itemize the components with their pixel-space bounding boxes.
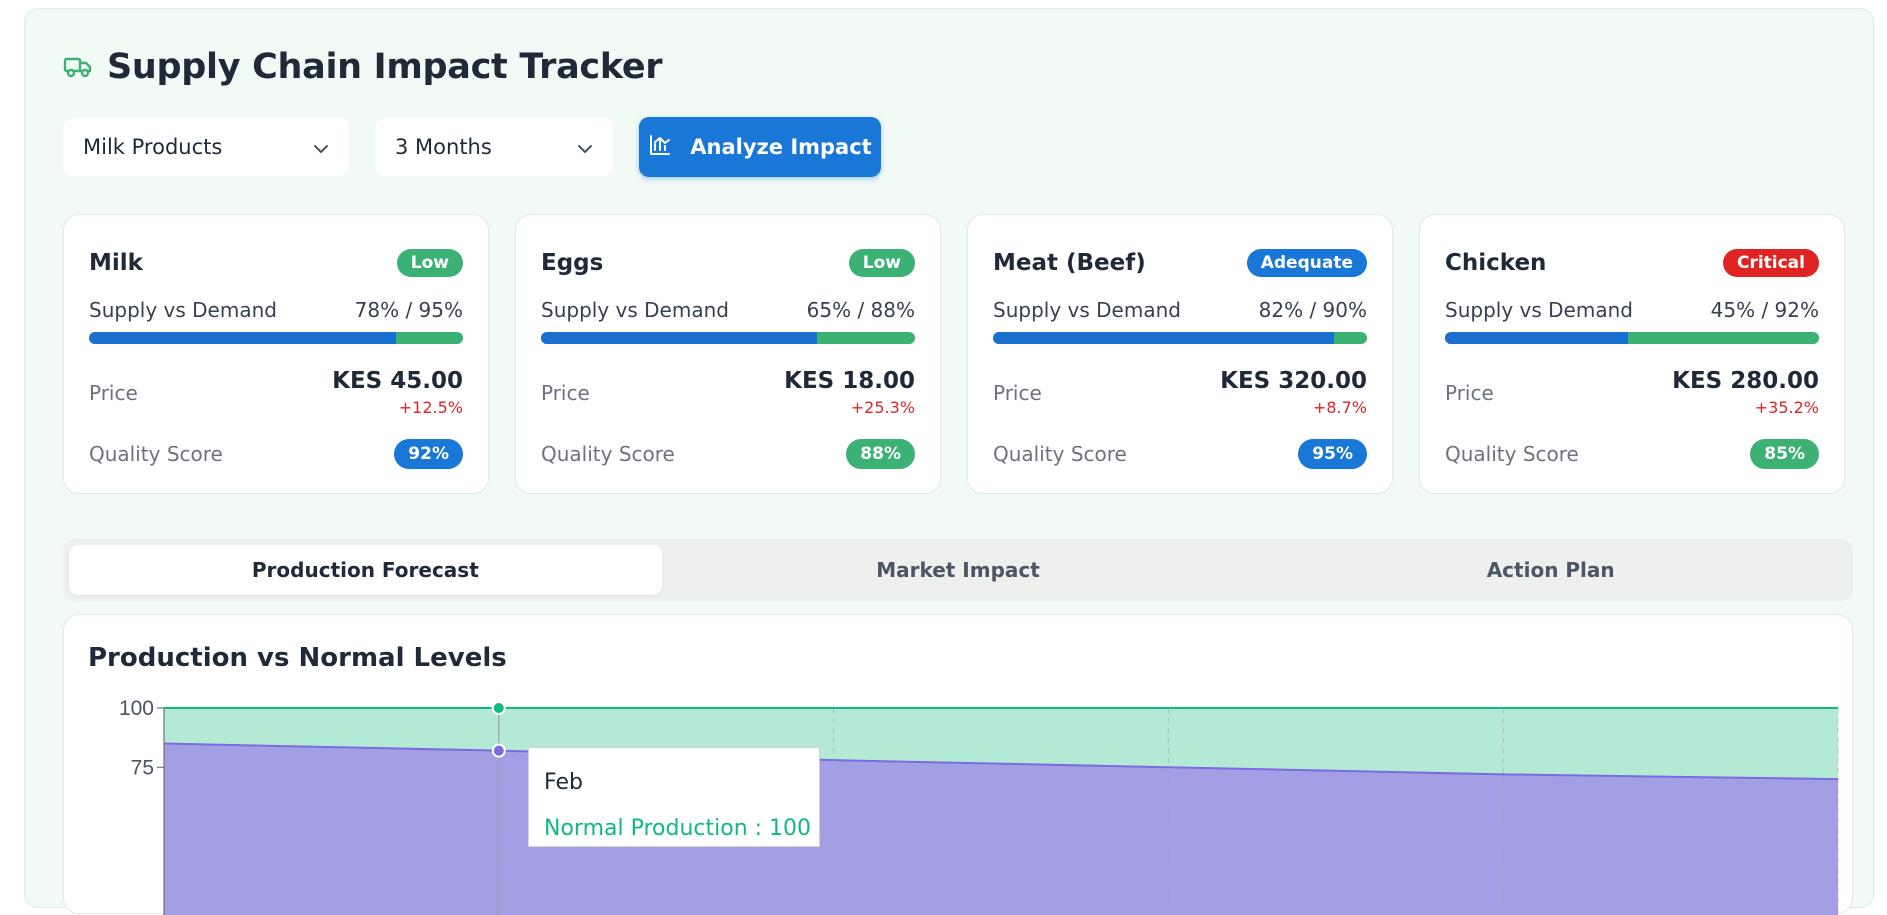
commodity-card-meat: Meat (Beef) Adequate Supply vs Demand 82… (967, 214, 1393, 494)
price-value: KES 320.00 (1220, 368, 1367, 394)
quality-score-label: Quality Score (541, 442, 675, 466)
tooltip-label: Feb (544, 770, 583, 795)
price-value: KES 280.00 (1672, 368, 1819, 394)
supply-fill (1445, 332, 1628, 344)
page-title: Supply Chain Impact Tracker (107, 47, 663, 87)
status-badge: Adequate (1246, 249, 1367, 277)
supply-demand-bar (89, 332, 463, 344)
commodity-name: Meat (Beef) (993, 250, 1146, 276)
commodity-name: Eggs (541, 250, 604, 276)
header: Supply Chain Impact Tracker (63, 47, 663, 87)
product-select[interactable]: Milk Products (63, 118, 349, 176)
commodity-name: Chicken (1445, 250, 1547, 276)
chevron-down-icon (313, 135, 329, 159)
analyze-impact-button[interactable]: Analyze Impact (639, 117, 881, 177)
controls: Milk Products 3 Months Analyze Impact (63, 117, 881, 177)
supply-demand-bar (541, 332, 915, 344)
supply-demand-label: Supply vs Demand (541, 298, 729, 322)
price-change: +8.7% (1312, 398, 1367, 417)
quality-score-badge: 92% (394, 439, 463, 469)
supply-demand-bar (993, 332, 1367, 344)
status-badge: Low (396, 249, 463, 277)
truck-icon (63, 55, 93, 79)
tab-market-impact[interactable]: Market Impact (662, 545, 1255, 595)
supply-demand-label: Supply vs Demand (1445, 298, 1633, 322)
commodity-card-chicken: Chicken Critical Supply vs Demand 45% / … (1419, 214, 1845, 494)
tracker-panel: Supply Chain Impact Tracker Milk Product… (24, 8, 1874, 915)
supply-demand-label: Supply vs Demand (993, 298, 1181, 322)
supply-demand-value: 45% / 92% (1710, 298, 1819, 322)
chart-icon (648, 133, 672, 162)
quality-score-label: Quality Score (993, 442, 1127, 466)
tooltip-value: Normal Production : 100 (544, 816, 812, 841)
commodity-card-milk: Milk Low Supply vs Demand 78% / 95% Pric… (63, 214, 489, 494)
supply-fill (993, 332, 1334, 344)
price-change: +25.3% (850, 398, 915, 417)
price-label: Price (541, 381, 590, 405)
supply-fill (541, 332, 818, 344)
hover-point-0 (491, 701, 506, 715)
product-select-value: Milk Products (83, 135, 223, 159)
y-tick-label: 100 (119, 697, 154, 720)
price-label: Price (89, 381, 138, 405)
quality-score-badge: 85% (1750, 439, 1819, 469)
price-change: +35.2% (1754, 398, 1819, 417)
commodity-cards: Milk Low Supply vs Demand 78% / 95% Pric… (63, 214, 1845, 494)
production-area-chart[interactable]: 100 75 (64, 615, 1854, 915)
price-value: KES 45.00 (332, 368, 463, 394)
supply-demand-value: 65% / 88% (806, 298, 915, 322)
quality-score-label: Quality Score (89, 442, 223, 466)
quality-score-badge: 88% (846, 439, 915, 469)
status-badge: Low (848, 249, 915, 277)
production-chart-card: Production vs Normal Levels 100 75 Feb No… (63, 614, 1854, 915)
supply-demand-bar (1445, 332, 1819, 344)
period-select[interactable]: 3 Months (375, 118, 613, 176)
price-label: Price (993, 381, 1042, 405)
period-select-value: 3 Months (395, 135, 492, 159)
chart-tooltip: Feb Normal Production : 100 (528, 747, 820, 847)
hover-point-1 (491, 743, 506, 758)
price-change: +12.5% (398, 398, 463, 417)
quality-score-label: Quality Score (1445, 442, 1579, 466)
supply-demand-value: 82% / 90% (1258, 298, 1367, 322)
status-badge: Critical (1722, 249, 1819, 277)
price-value: KES 18.00 (784, 368, 915, 394)
supply-demand-value: 78% / 95% (354, 298, 463, 322)
supply-fill (89, 332, 397, 344)
tab-action-plan[interactable]: Action Plan (1254, 545, 1847, 595)
commodity-card-eggs: Eggs Low Supply vs Demand 65% / 88% Pric… (515, 214, 941, 494)
price-label: Price (1445, 381, 1494, 405)
chevron-down-icon (577, 135, 593, 159)
y-tick-label: 75 (131, 756, 154, 779)
quality-score-badge: 95% (1298, 439, 1367, 469)
tab-production-forecast[interactable]: Production Forecast (69, 545, 662, 595)
view-tabs: Production Forecast Market Impact Action… (63, 539, 1853, 601)
analyze-impact-label: Analyze Impact (690, 135, 872, 159)
commodity-name: Milk (89, 250, 143, 276)
supply-demand-label: Supply vs Demand (89, 298, 277, 322)
